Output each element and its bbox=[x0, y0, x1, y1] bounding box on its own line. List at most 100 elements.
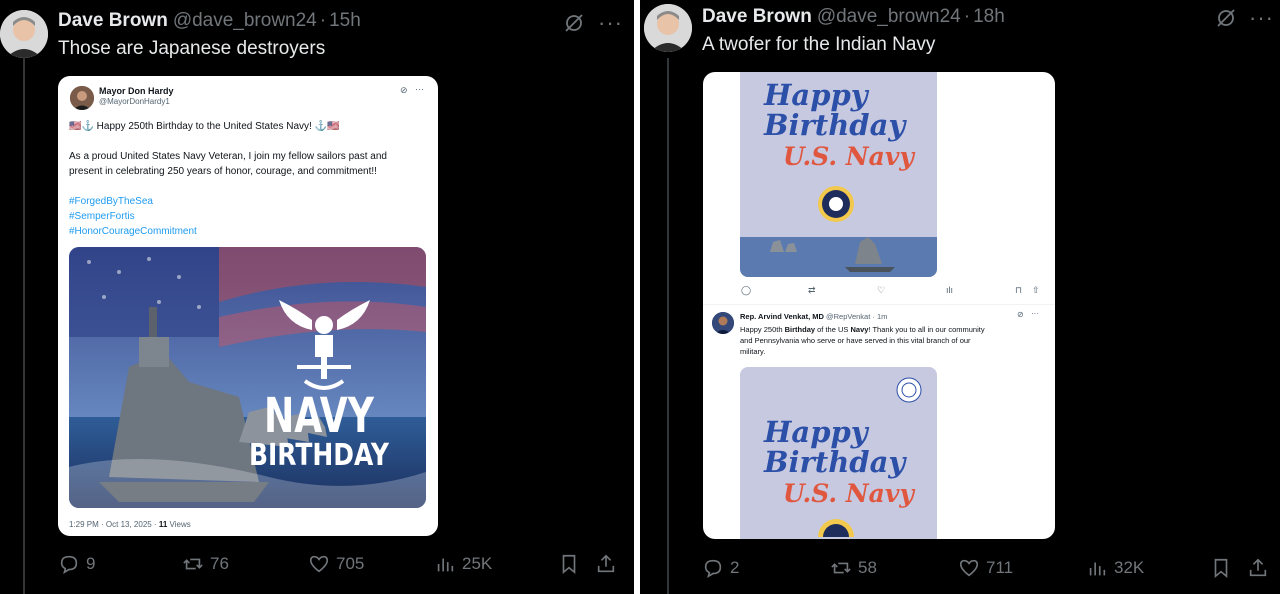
quoted-avatar[interactable] bbox=[70, 86, 94, 110]
quoted-line-1: 🇺🇸⚓ Happy 250th Birthday to the United S… bbox=[69, 121, 340, 132]
card-us-navy: U.S. Navy bbox=[783, 479, 914, 508]
repost-button[interactable]: 76 bbox=[182, 553, 229, 575]
like-count: 705 bbox=[336, 554, 365, 573]
hashtag-link[interactable]: #HonorCourageCommitment bbox=[69, 224, 197, 239]
author-name[interactable]: Dave Brown bbox=[702, 6, 812, 28]
thread-line bbox=[23, 58, 25, 594]
reply-time: 1m bbox=[877, 312, 888, 321]
repost-icon bbox=[183, 558, 203, 570]
quoted-line-3: present in celebrating 250 years of hono… bbox=[69, 166, 377, 177]
bookmark-button[interactable] bbox=[1210, 557, 1232, 579]
reply-name-text: Rep. Arvind Venkat, MD bbox=[740, 312, 824, 321]
repost-count: 76 bbox=[210, 554, 229, 573]
repost-icon[interactable]: ⇄ bbox=[808, 285, 816, 296]
tweet-left[interactable]: Dave Brown @dave_brown24 · 15h ··· Those… bbox=[0, 0, 634, 594]
like-button[interactable]: 711 bbox=[958, 557, 1013, 579]
reply-text-a: Happy 250th bbox=[740, 325, 785, 334]
hashtag-link[interactable]: #SemperFortis bbox=[69, 209, 135, 224]
hashtag-link[interactable]: #ForgedByTheSea bbox=[69, 194, 153, 209]
post-time[interactable]: 15h bbox=[329, 10, 361, 32]
tweet-right[interactable]: Dave Brown @dave_brown24 · 18h ··· A two… bbox=[640, 0, 1280, 594]
views-count: 25K bbox=[462, 554, 493, 573]
reply-icon[interactable]: ◯ bbox=[741, 285, 751, 296]
grok-icon[interactable] bbox=[563, 12, 585, 39]
like-icon[interactable]: ♡ bbox=[877, 285, 885, 296]
more-icon[interactable]: ··· bbox=[1031, 309, 1039, 318]
views-count: 32K bbox=[1114, 558, 1145, 577]
more-icon[interactable]: ··· bbox=[598, 12, 623, 34]
navy-seal bbox=[818, 519, 854, 537]
avatar[interactable] bbox=[644, 4, 692, 52]
grok-icon[interactable]: ⊘ bbox=[400, 85, 408, 96]
views-button[interactable]: 32K bbox=[1086, 557, 1144, 579]
reply-text-e: ! Thank you to all in our community bbox=[868, 325, 985, 334]
separator-line bbox=[703, 304, 1055, 305]
share-button[interactable] bbox=[595, 553, 617, 575]
reply-count: 2 bbox=[730, 558, 740, 577]
grok-icon[interactable] bbox=[1215, 7, 1237, 34]
author-handle[interactable]: @dave_brown24 bbox=[173, 10, 317, 32]
reply-handle: @RepVenkat bbox=[826, 312, 871, 321]
share-icon[interactable]: ⇧ bbox=[1032, 285, 1040, 296]
quoted-timestamp[interactable]: 1:29 PM · Oct 13, 2025 · bbox=[69, 520, 159, 529]
views-icon[interactable]: ılı bbox=[946, 285, 953, 295]
card-birthday: Birthday bbox=[764, 445, 906, 479]
attached-screenshot[interactable]: Happy Birthday U.S. Navy ◯ ⇄ ♡ ılı ⊓ ⇧ R… bbox=[703, 72, 1055, 539]
reply-button[interactable]: 9 bbox=[58, 553, 95, 575]
reply-icon bbox=[704, 559, 722, 578]
more-icon[interactable]: ··· bbox=[415, 84, 424, 94]
card-happy: Happy bbox=[764, 415, 868, 449]
reply-avatar[interactable] bbox=[712, 312, 734, 334]
bookmark-icon[interactable]: ⊓ bbox=[1015, 285, 1022, 296]
navy-birthday-card[interactable]: Happy Birthday U.S. Navy bbox=[740, 72, 937, 277]
thread-line bbox=[667, 58, 669, 594]
share-button[interactable] bbox=[1247, 557, 1269, 579]
quoted-meta: 1:29 PM · Oct 13, 2025 · 11 Views bbox=[69, 520, 191, 529]
reply-button[interactable]: 2 bbox=[702, 557, 739, 579]
post-time[interactable]: 18h bbox=[973, 6, 1005, 28]
quoted-author-handle[interactable]: @MayorDonHardy1 bbox=[99, 97, 170, 106]
navy-birthday-image[interactable]: NAVY BIRTHDAY bbox=[69, 247, 426, 508]
repost-button[interactable]: 58 bbox=[830, 557, 877, 579]
tweet-header: Dave Brown @dave_brown24 · 15h bbox=[58, 10, 361, 32]
more-icon[interactable]: ··· bbox=[1249, 7, 1274, 29]
grok-icon[interactable]: ⊘ bbox=[1017, 310, 1024, 319]
share-icon bbox=[1249, 558, 1267, 577]
author-name[interactable]: Dave Brown bbox=[58, 10, 168, 32]
navy-seal-and-ships bbox=[740, 186, 937, 277]
navy-birthday-card[interactable]: Happy Birthday U.S. Navy bbox=[740, 367, 937, 539]
image-title-birthday: BIRTHDAY bbox=[249, 438, 390, 473]
tweet-text: A twofer for the Indian Navy bbox=[702, 34, 936, 55]
avatar[interactable] bbox=[0, 10, 48, 58]
share-icon bbox=[597, 554, 615, 573]
repost-count: 58 bbox=[858, 558, 877, 577]
quoted-views-label: Views bbox=[167, 520, 191, 529]
tweet-header: Dave Brown @dave_brown24 · 18h bbox=[702, 6, 1005, 28]
bookmark-button[interactable] bbox=[558, 553, 580, 575]
reply-text-d: Navy bbox=[850, 325, 869, 334]
image-title-navy: NAVY bbox=[264, 388, 375, 444]
action-bar: 9 76 705 25K bbox=[58, 552, 618, 576]
like-icon bbox=[959, 559, 979, 577]
seal-icon bbox=[896, 377, 922, 403]
reply-icon bbox=[60, 555, 78, 574]
like-button[interactable]: 705 bbox=[308, 553, 364, 575]
separator-dot: · bbox=[319, 10, 327, 31]
reply-line-1: Happy 250th Birthday of the US Navy! Tha… bbox=[740, 324, 985, 335]
views-button[interactable]: 25K bbox=[434, 553, 492, 575]
quoted-author-name[interactable]: Mayor Don Hardy bbox=[99, 86, 174, 96]
quoted-line-2: As a proud United States Navy Veteran, I… bbox=[69, 151, 387, 162]
quoted-tweet[interactable]: Mayor Don Hardy @MayorDonHardy1 ⊘ ··· 🇺🇸… bbox=[58, 76, 438, 536]
like-count: 711 bbox=[986, 558, 1014, 577]
views-icon bbox=[437, 558, 454, 572]
author-handle[interactable]: @dave_brown24 bbox=[817, 6, 961, 28]
reply-author-name[interactable]: Rep. Arvind Venkat, MD @RepVenkat · 1m bbox=[740, 312, 887, 321]
repost-icon bbox=[831, 562, 851, 574]
reply-text-b: Birthday bbox=[784, 325, 816, 334]
separator-dot: · bbox=[963, 6, 971, 27]
bookmark-icon bbox=[1214, 558, 1228, 579]
separator-dot: · bbox=[872, 312, 875, 321]
views-icon bbox=[1089, 562, 1106, 576]
bookmark-icon bbox=[562, 554, 576, 575]
like-icon bbox=[309, 555, 329, 573]
